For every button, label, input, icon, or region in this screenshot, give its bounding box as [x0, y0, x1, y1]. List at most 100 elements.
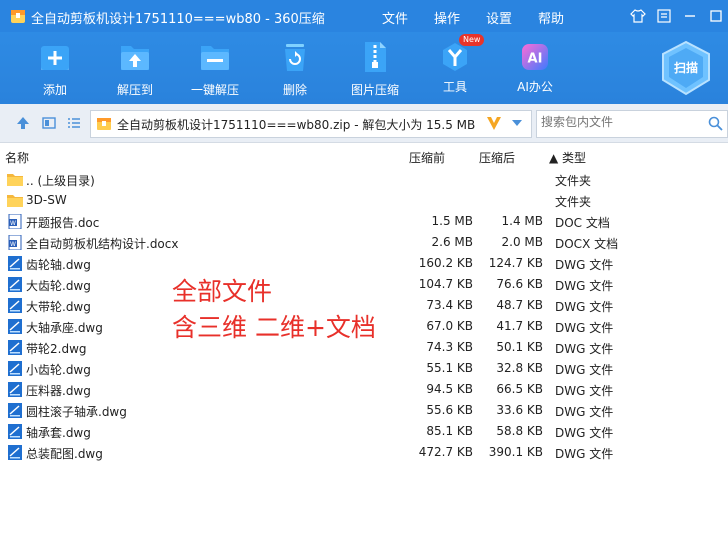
size-before: 85.1 KB	[426, 424, 473, 438]
scan-shield-icon: 扫描	[662, 40, 710, 96]
dwg-file-icon	[7, 298, 23, 313]
file-row[interactable]: 大齿轮.dwg 104.7 KB 76.6 KB DWG 文件	[0, 274, 728, 295]
menu-settings[interactable]: 设置	[486, 8, 512, 27]
file-type: DWG 文件	[555, 258, 614, 272]
menu-icon[interactable]	[652, 4, 676, 28]
ai-office-label: AI办公	[517, 80, 553, 94]
size-after: 66.5 KB	[496, 382, 543, 396]
file-name: 小齿轮.dwg	[26, 363, 91, 377]
file-row[interactable]: 小齿轮.dwg 55.1 KB 32.8 KB DWG 文件	[0, 358, 728, 379]
file-type: DWG 文件	[555, 405, 614, 419]
up-arrow-icon[interactable]	[14, 115, 32, 131]
file-type: 文件夹	[555, 195, 592, 209]
dwg-file-icon	[7, 319, 23, 334]
scan-button[interactable]: 扫描	[660, 40, 712, 96]
search-icon[interactable]	[708, 116, 723, 131]
one-click-extract-button[interactable]: 一键解压	[175, 40, 255, 98]
size-before: 160.2 KB	[418, 256, 473, 270]
size-after: 48.7 KB	[496, 298, 543, 312]
file-type: DWG 文件	[555, 321, 614, 335]
word-document-icon: W	[7, 234, 23, 251]
file-type: DWG 文件	[555, 300, 614, 314]
file-row[interactable]: 齿轮轴.dwg 160.2 KB 124.7 KB DWG 文件	[0, 253, 728, 274]
file-name: 带轮2.dwg	[26, 342, 87, 356]
extract-to-icon	[121, 46, 149, 70]
file-row[interactable]: 圆柱滚子轴承.dwg 55.6 KB 33.6 KB DWG 文件	[0, 400, 728, 421]
ai-office-button[interactable]: AI AI办公	[495, 40, 575, 95]
file-type: DWG 文件	[555, 426, 614, 440]
window-title: 全自动剪板机设计1751110===wb80 - 360压缩	[31, 12, 325, 27]
dwg-file-icon	[7, 403, 23, 418]
verified-v-icon[interactable]	[485, 114, 503, 132]
file-name: .. (上级目录)	[26, 174, 95, 188]
column-size-after[interactable]: 压缩后	[479, 149, 515, 166]
extract-to-button[interactable]: 解压到	[95, 40, 175, 98]
column-type[interactable]: ▲ 类型	[549, 149, 586, 166]
add-button[interactable]: 添加	[15, 40, 95, 98]
window-controls	[624, 4, 728, 28]
file-row[interactable]: 3D-SW 文件夹	[0, 190, 728, 211]
file-name: 齿轮轴.dwg	[26, 258, 91, 272]
file-row[interactable]: 总装配图.dwg 472.7 KB 390.1 KB DWG 文件	[0, 442, 728, 463]
file-type: DWG 文件	[555, 447, 614, 461]
size-before: 55.6 KB	[426, 403, 473, 417]
file-row[interactable]: .. (上级目录) 文件夹	[0, 169, 728, 190]
file-type: DWG 文件	[555, 279, 614, 293]
file-name: 压料器.dwg	[26, 384, 91, 398]
file-name: 大齿轮.dwg	[26, 279, 91, 293]
minimize-icon[interactable]	[678, 4, 702, 28]
search-input[interactable]	[539, 114, 703, 130]
dwg-file-icon	[7, 340, 23, 355]
file-row[interactable]: W 开题报告.doc 1.5 MB 1.4 MB DOC 文档	[0, 211, 728, 232]
size-after: 41.7 KB	[496, 319, 543, 333]
column-name[interactable]: 名称	[5, 149, 29, 166]
column-size-before[interactable]: 压缩前	[409, 149, 445, 166]
zip-archive-icon	[97, 118, 111, 130]
file-name: 全自动剪板机结构设计.docx	[26, 237, 179, 251]
list-view-icon[interactable]	[65, 115, 83, 131]
overlay-text-line1: 全部文件	[172, 277, 273, 306]
dwg-file-icon	[7, 277, 23, 292]
image-compress-button[interactable]: 图片压缩	[335, 40, 415, 98]
thumbnail-view-icon[interactable]	[40, 115, 58, 131]
new-badge: New	[459, 34, 485, 46]
app-logo-icon	[11, 10, 25, 23]
size-before: 74.3 KB	[426, 340, 473, 354]
menu-file[interactable]: 文件	[382, 8, 408, 27]
size-after: 32.8 KB	[496, 361, 543, 375]
menu-operation[interactable]: 操作	[434, 8, 460, 27]
skin-icon[interactable]	[626, 4, 650, 28]
size-before: 67.0 KB	[426, 319, 473, 333]
file-row[interactable]: 轴承套.dwg 85.1 KB 58.8 KB DWG 文件	[0, 421, 728, 442]
folder-icon	[7, 193, 23, 208]
file-row[interactable]: W 全自动剪板机结构设计.docx 2.6 MB 2.0 MB DOCX 文档	[0, 232, 728, 253]
menu-help[interactable]: 帮助	[538, 8, 564, 27]
file-type: DOC 文档	[555, 216, 610, 230]
file-type: 文件夹	[555, 174, 592, 188]
dwg-file-icon	[7, 256, 23, 271]
archive-path: 全自动剪板机设计1751110===wb80.zip - 解包大小为 15.5 …	[117, 118, 476, 132]
toolbar: 添加 解压到 一键解压 删除 图片压缩 New 工具 AI AI办公	[0, 32, 728, 104]
size-before: 472.7 KB	[418, 445, 473, 459]
word-document-icon: W	[7, 213, 23, 230]
title-bar: 全自动剪板机设计1751110===wb80 - 360压缩 文件 操作 设置 …	[0, 0, 728, 32]
extract-to-label: 解压到	[116, 83, 153, 97]
one-click-extract-label: 一键解压	[190, 83, 239, 97]
search-box	[536, 110, 728, 138]
tools-button[interactable]: New 工具	[415, 34, 495, 95]
one-click-extract-icon	[201, 46, 229, 70]
file-name: 总装配图.dwg	[26, 447, 103, 461]
overlay-text-line2: 含三维 二维+文档	[172, 313, 376, 342]
chevron-down-icon[interactable]	[512, 120, 522, 127]
file-row[interactable]: 压料器.dwg 94.5 KB 66.5 KB DWG 文件	[0, 379, 728, 400]
dwg-file-icon	[7, 424, 23, 439]
svg-text:W: W	[10, 220, 16, 227]
file-type: DWG 文件	[555, 342, 614, 356]
size-after: 1.4 MB	[501, 214, 543, 228]
size-before: 2.6 MB	[431, 235, 473, 249]
size-after: 58.8 KB	[496, 424, 543, 438]
delete-button[interactable]: 删除	[255, 40, 335, 98]
maximize-icon[interactable]	[704, 4, 728, 28]
trash-icon	[285, 44, 305, 71]
path-field[interactable]: 全自动剪板机设计1751110===wb80.zip - 解包大小为 15.5 …	[90, 110, 532, 138]
